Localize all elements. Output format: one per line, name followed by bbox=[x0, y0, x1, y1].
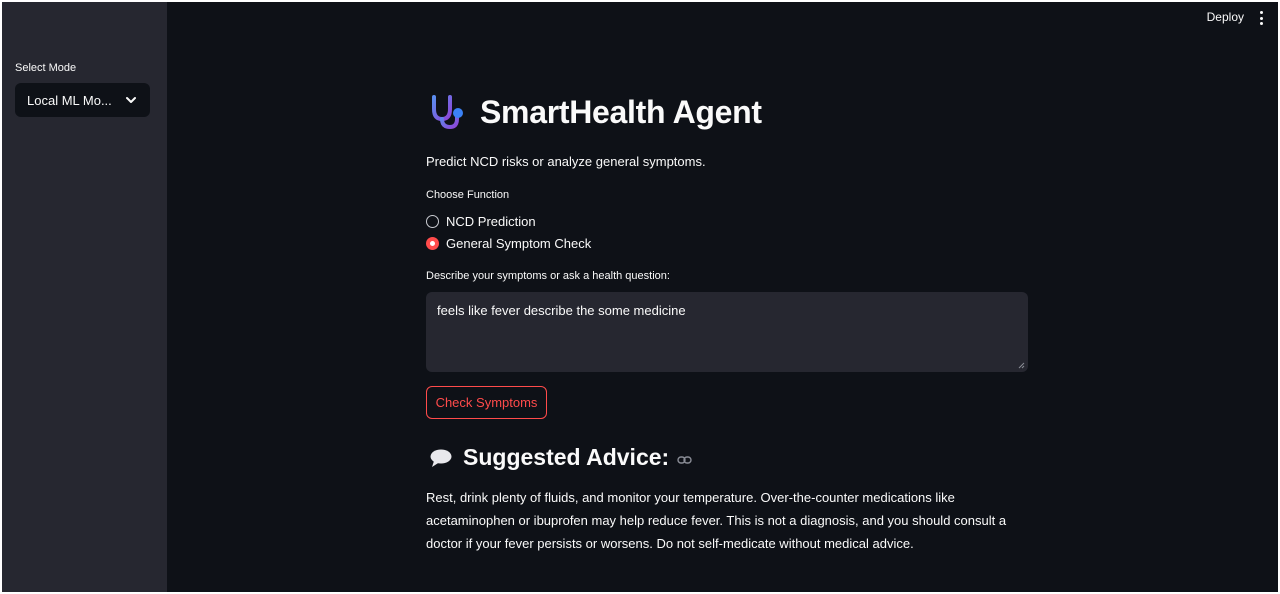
menu-dots-icon[interactable] bbox=[1256, 9, 1266, 27]
sidebar: Select Mode Local ML Mo... bbox=[2, 2, 167, 592]
mode-select-value: Local ML Mo... bbox=[27, 92, 112, 108]
link-icon[interactable] bbox=[677, 455, 692, 465]
advice-heading: Suggested Advice: bbox=[463, 444, 670, 470]
page-title: SmartHealth Agent bbox=[480, 93, 762, 130]
resize-handle-icon[interactable] bbox=[1018, 362, 1025, 369]
choose-function-label: Choose Function bbox=[426, 189, 510, 201]
select-mode-label: Select Mode bbox=[15, 62, 77, 74]
deploy-button[interactable]: Deploy bbox=[1207, 10, 1244, 24]
advice-text: Rest, drink plenty of fluids, and monito… bbox=[426, 490, 1007, 551]
mode-select[interactable]: Local ML Mo... bbox=[15, 83, 150, 117]
radio-general-symptom-check[interactable]: General Symptom Check bbox=[426, 236, 591, 251]
radio-label: NCD Prediction bbox=[446, 214, 536, 229]
advice-heading-row: Suggested Advice: bbox=[429, 444, 692, 471]
radio-ncd-prediction[interactable]: NCD Prediction bbox=[426, 214, 536, 229]
stethoscope-icon bbox=[432, 95, 463, 130]
page-subtitle: Predict NCD risks or analyze general sym… bbox=[426, 154, 706, 169]
symptoms-textarea-value: feels like fever describe the some medic… bbox=[437, 303, 686, 318]
radio-label: General Symptom Check bbox=[446, 236, 592, 251]
symptoms-input-label: Describe your symptoms or ask a health q… bbox=[426, 270, 670, 282]
symptoms-textarea[interactable]: feels like fever describe the some medic… bbox=[426, 292, 1028, 372]
page-title-row: SmartHealth Agent bbox=[426, 91, 762, 133]
radio-unchecked-icon bbox=[426, 215, 439, 228]
check-symptoms-button[interactable]: Check Symptoms bbox=[426, 386, 547, 419]
chevron-down-icon bbox=[126, 97, 136, 103]
radio-checked-icon bbox=[426, 237, 439, 250]
speech-bubble-icon bbox=[430, 449, 452, 467]
